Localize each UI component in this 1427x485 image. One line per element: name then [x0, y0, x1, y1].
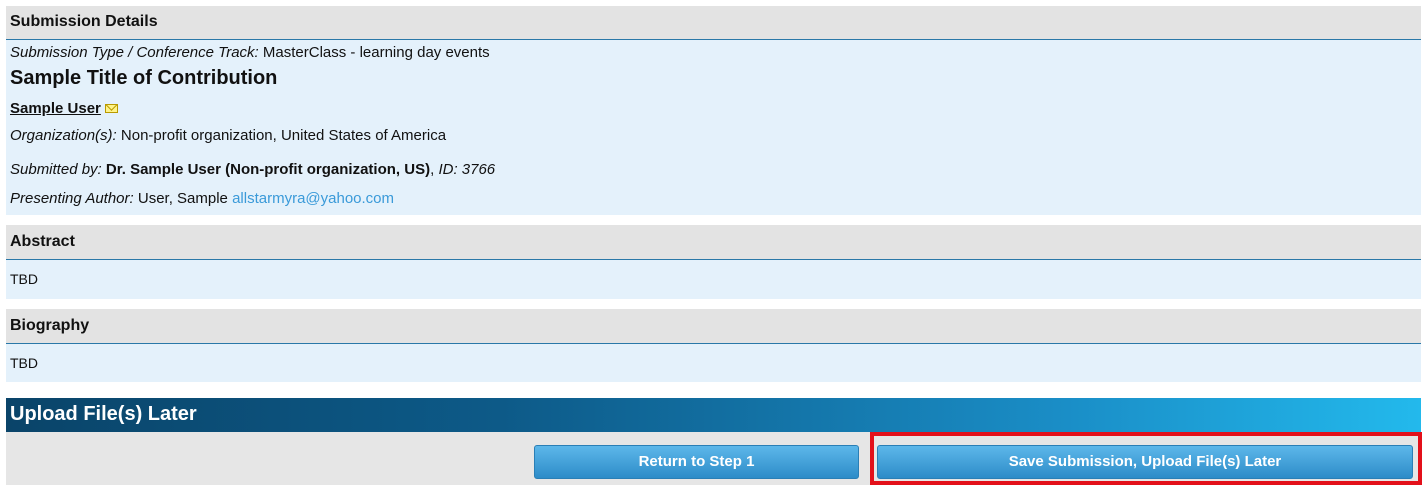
biography-text: TBD: [10, 355, 38, 371]
author-block: Sample User Organization(s): Non-profit …: [6, 97, 1421, 215]
biography-title: Biography: [10, 317, 90, 334]
upload-later-title: Upload File(s) Later: [10, 403, 197, 425]
abstract-header: Abstract: [6, 225, 1421, 260]
save-submission-upload-later-button[interactable]: Save Submission, Upload File(s) Later: [877, 445, 1413, 479]
submission-type-line: Submission Type / Conference Track: Mast…: [10, 44, 490, 61]
submitted-by-value: Dr. Sample User (Non-profit organization…: [105, 161, 431, 178]
organization-label: Organization(s):: [10, 127, 117, 144]
presenting-author-email-link[interactable]: allstarmyra@yahoo.com: [232, 190, 394, 207]
return-to-step-1-button[interactable]: Return to Step 1: [534, 445, 859, 479]
presenting-author-label: Presenting Author:: [10, 190, 134, 207]
submission-details-title: Submission Details: [10, 13, 158, 30]
submitted-by-label: Submitted by:: [10, 161, 102, 178]
abstract-text: TBD: [10, 271, 38, 287]
contribution-title: Sample Title of Contribution: [10, 67, 278, 89]
submission-type-value: MasterClass - learning day events: [262, 44, 490, 61]
biography-header: Biography: [6, 309, 1421, 344]
submitted-by-line: Submitted by: Dr. Sample User (Non-profi…: [10, 161, 496, 178]
organization-line: Organization(s): Non-profit organization…: [10, 127, 446, 144]
upload-later-header: Upload File(s) Later: [6, 398, 1421, 432]
presenting-author-line: Presenting Author: User, Sample allstarm…: [10, 190, 394, 207]
submission-summary-page: Submission Details Submission Type / Con…: [0, 0, 1427, 485]
author-name-link[interactable]: Sample User: [10, 100, 101, 117]
presenting-author-value: User, Sample: [137, 190, 228, 207]
submission-details-header: Submission Details: [6, 6, 1421, 40]
author-line: Sample User: [10, 100, 118, 117]
abstract-title: Abstract: [10, 233, 75, 250]
email-icon[interactable]: [104, 103, 118, 113]
submission-type-block: Submission Type / Conference Track: Mast…: [6, 40, 1421, 97]
submission-id: ID: 3766: [438, 161, 496, 178]
organization-value: Non-profit organization, United States o…: [120, 127, 447, 144]
submission-type-label: Submission Type / Conference Track:: [10, 44, 259, 61]
abstract-body: TBD: [6, 260, 1421, 299]
biography-body: TBD: [6, 344, 1421, 382]
